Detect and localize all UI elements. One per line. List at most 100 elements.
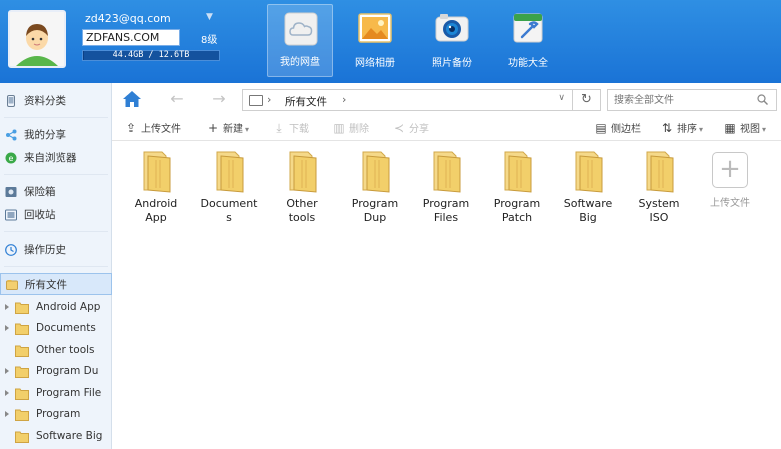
expand-arrow-icon[interactable] [5, 368, 9, 374]
chevron-down-icon: ▾ [245, 125, 250, 134]
sidebar-item-recycle-bin[interactable]: 回收站 [0, 204, 112, 226]
address-row: ← → › 所有文件 › ∨ ↻ [112, 83, 781, 116]
tree-item-label: Software Big [36, 430, 103, 442]
folder-program-patch[interactable]: Program Patch [485, 148, 549, 225]
folder-icon [216, 151, 244, 193]
file-name: Software Big [563, 197, 613, 224]
trash-icon: ▥ [333, 121, 345, 135]
home-icon[interactable] [122, 90, 142, 108]
folder-icon [15, 409, 29, 421]
sidebar-item-history[interactable]: 操作历史 [0, 239, 112, 261]
expand-arrow-icon[interactable] [5, 304, 9, 310]
nav-toolbox[interactable]: 功能大全 [495, 4, 561, 77]
forward-arrow-icon[interactable]: → [209, 90, 229, 108]
expand-arrow-icon[interactable] [5, 325, 9, 331]
nav-label: 功能大全 [508, 58, 548, 69]
folder-icon [15, 323, 29, 335]
folder-icon [362, 151, 390, 193]
path-bar[interactable]: › 所有文件 › ∨ [242, 89, 573, 111]
search-icon[interactable] [757, 94, 768, 105]
sort-icon: ⇅ [661, 121, 673, 135]
svg-text:e: e [9, 154, 14, 163]
sidebar-divider [4, 266, 108, 267]
sidebar-item-categories[interactable]: 资料分类 [0, 90, 112, 112]
avatar[interactable] [8, 10, 66, 68]
nav-my-disk[interactable]: 我的网盘 [267, 4, 333, 77]
tree-item-program-file[interactable]: Program File [0, 383, 112, 404]
file-name: Other tools [286, 197, 318, 224]
tree-item-program[interactable]: Program [0, 404, 112, 425]
folder-software-big[interactable]: Software Big [556, 148, 620, 225]
view-button[interactable]: ▦ 视图 ▾ [723, 120, 766, 137]
expand-arrow-icon[interactable] [5, 390, 9, 396]
tree-item-label: Program Du [36, 365, 99, 377]
sidebar-toggle-button[interactable]: ▤ 侧边栏 [594, 120, 641, 137]
sidebar-item-label: 保险箱 [24, 186, 56, 198]
sidebar-item-safe[interactable]: 保险箱 [0, 181, 112, 203]
folder-other-tools[interactable]: Other tools [270, 148, 334, 225]
nav-photo-backup[interactable]: 照片备份 [419, 4, 485, 77]
tree-item-documents[interactable]: Documents [0, 318, 112, 339]
user-email: zd423@qq.com [85, 12, 171, 25]
sidebar-divider [4, 174, 108, 175]
folder-program-dup[interactable]: Program Dup [343, 148, 407, 225]
nav-photo-album[interactable]: 网络相册 [342, 4, 408, 77]
tree-item-label: Documents [36, 322, 96, 334]
header-bar: zd423@qq.com ▼ 8级 44.4GB / 12.6TB 我的网盘 网… [0, 0, 781, 83]
history-icon [5, 244, 17, 256]
upload-file-tile[interactable]: + 上传文件 [698, 152, 762, 209]
file-name: System ISO [638, 197, 680, 224]
sidebar-item-label: 回收站 [24, 209, 56, 221]
folder-icon [15, 431, 29, 443]
file-name: Program Dup [351, 197, 399, 224]
sidebar-item-from-browser[interactable]: e 来自浏览器 [0, 147, 112, 169]
chevron-down-icon[interactable]: ∨ [558, 93, 565, 103]
folder-icon [504, 151, 532, 193]
search-input[interactable] [607, 89, 777, 111]
nickname-field[interactable] [82, 29, 180, 46]
tree-item-label: Android App [36, 301, 101, 313]
upload-button[interactable]: ⇪ 上传文件 [124, 120, 181, 137]
folder-system-iso[interactable]: System ISO [627, 148, 691, 225]
tree-item-android-app[interactable]: Android App [0, 297, 112, 318]
upload-label: 上传文件 [710, 198, 750, 209]
camera-icon [435, 14, 469, 42]
quota-bar: 44.4GB / 12.6TB [82, 50, 220, 61]
path-separator: › [267, 93, 272, 106]
back-arrow-icon[interactable]: ← [167, 90, 187, 108]
share-button[interactable]: ≺ 分享 [392, 120, 429, 137]
cloud-disk-icon [284, 12, 318, 46]
tree-item-other-tools[interactable]: Other tools [0, 340, 112, 361]
plus-icon: + [207, 121, 219, 135]
path-segment[interactable]: 所有文件 [285, 94, 327, 109]
chevron-down-icon: ▾ [699, 125, 704, 134]
all-files-icon [6, 280, 18, 290]
refresh-button[interactable]: ↻ [573, 89, 601, 111]
expand-arrow-icon[interactable] [5, 411, 9, 417]
sidebar-item-label: 所有文件 [25, 279, 67, 291]
nav-label: 照片备份 [432, 58, 472, 69]
nav-label: 我的网盘 [280, 57, 320, 68]
folder-icon [575, 151, 603, 193]
share-icon: ≺ [393, 121, 405, 135]
tree-item-program-du[interactable]: Program Du [0, 361, 112, 382]
path-separator: › [342, 93, 347, 106]
folder-program-files[interactable]: Program Files [414, 148, 478, 225]
sort-button[interactable]: ⇅ 排序 ▾ [660, 120, 703, 137]
folder-documents[interactable]: Document s [197, 148, 261, 225]
new-button[interactable]: + 新建 ▾ [206, 120, 249, 137]
folder-icon [433, 151, 461, 193]
download-button[interactable]: ⤓ 下载 [272, 120, 309, 137]
photo-album-icon [358, 13, 392, 43]
sidebar-item-all-files[interactable]: 所有文件 [0, 273, 112, 295]
folder-android-app[interactable]: Android App [124, 148, 188, 225]
share-icon [6, 129, 17, 141]
file-name: Program Patch [493, 197, 541, 224]
tree-item-software-big[interactable]: Software Big [0, 426, 112, 447]
browser-icon: e [5, 152, 17, 164]
file-grid: Android App Document s Other tools Program D… [112, 142, 781, 449]
delete-button[interactable]: ▥ 删除 [332, 120, 369, 137]
sidebar-item-my-share[interactable]: 我的分享 [0, 124, 112, 146]
account-dropdown-icon[interactable]: ▼ [206, 12, 213, 22]
drive-icon [249, 95, 263, 106]
